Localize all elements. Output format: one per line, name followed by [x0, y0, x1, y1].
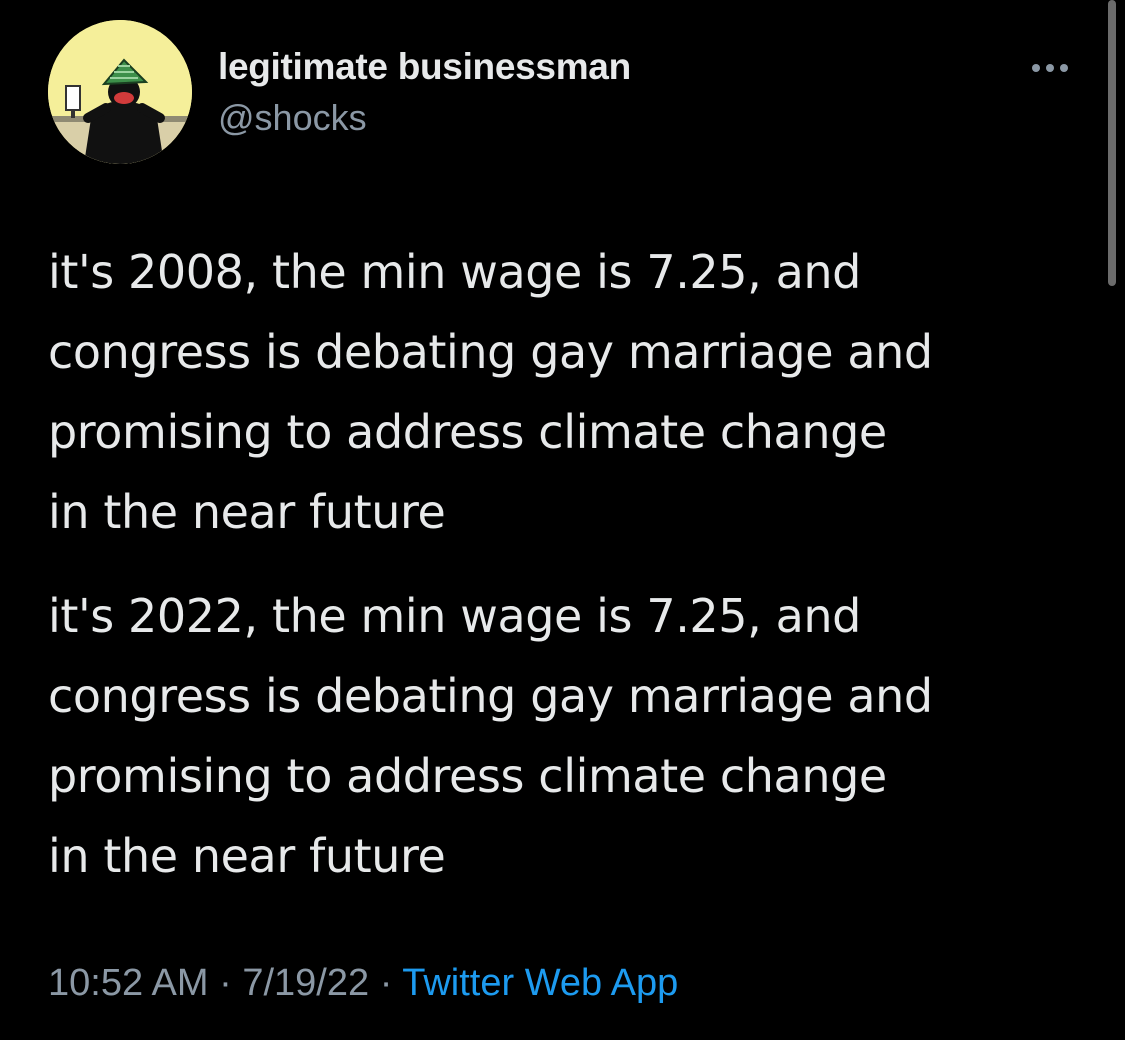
- meta-separator: ·: [379, 962, 393, 1004]
- tweet-paragraph: it's 2008, the min wage is 7.25, and con…: [48, 245, 933, 539]
- scrollbar-thumb[interactable]: [1108, 0, 1116, 286]
- more-horizontal-icon: [1032, 64, 1068, 72]
- user-display-name[interactable]: legitimate businessman: [218, 46, 631, 88]
- tweet-time[interactable]: 10:52 AM: [48, 962, 209, 1004]
- tweet-metadata: 10:52 AM · 7/19/22 · Twitter Web App: [48, 962, 678, 1005]
- tweet-text: it's 2008, the min wage is 7.25, and con…: [48, 232, 1088, 896]
- more-options-button[interactable]: [1020, 52, 1080, 84]
- meta-separator: ·: [219, 962, 232, 1004]
- user-handle[interactable]: @shocks: [218, 97, 367, 139]
- tweet: legitimate businessman @shocks it's 2008…: [0, 0, 1125, 1040]
- user-avatar[interactable]: [48, 20, 192, 164]
- tweet-source-link[interactable]: Twitter Web App: [402, 962, 678, 1004]
- tweet-paragraph: it's 2022, the min wage is 7.25, and con…: [48, 589, 933, 883]
- tweet-date[interactable]: 7/19/22: [242, 962, 369, 1004]
- cartoon-figure-avatar-icon: [48, 20, 192, 164]
